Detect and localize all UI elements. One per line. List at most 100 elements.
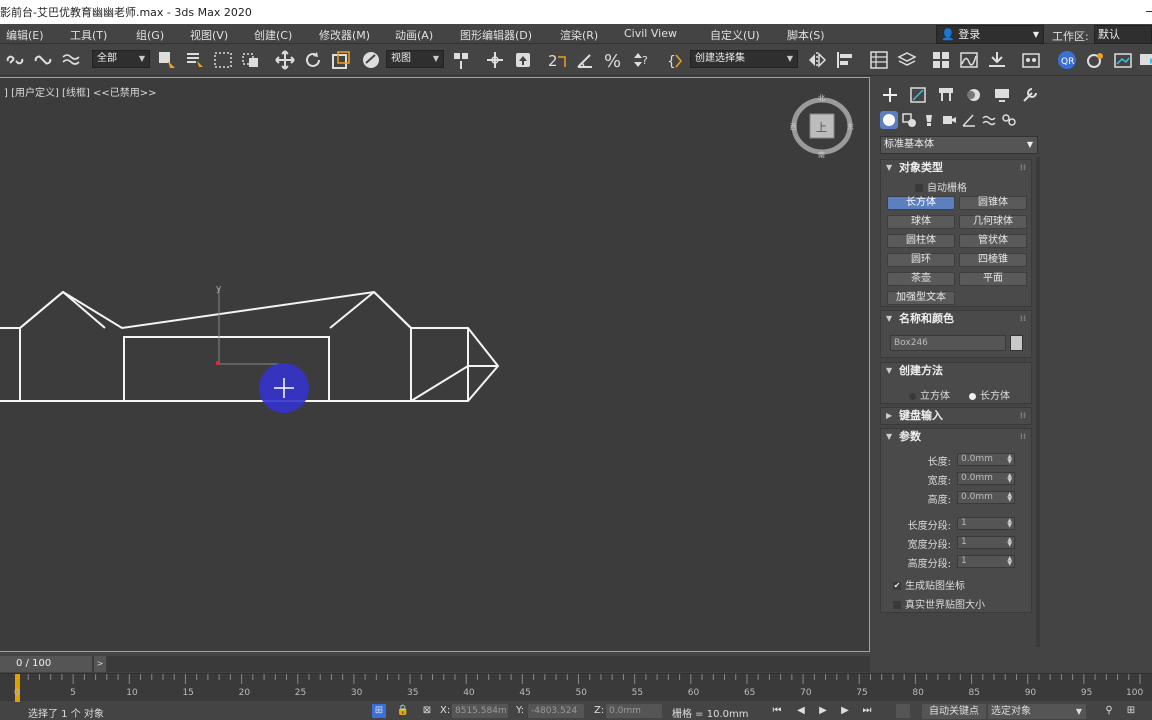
login-dropdown[interactable]: 👤 登录 ▼ [936,25,1044,44]
length-spinner[interactable]: 0.0mm ▲ ▼ [957,453,1015,466]
lock-icon[interactable]: 🔒 [396,704,410,718]
track-bar[interactable]: 0 5 10 15 20 25 30 35 40 45 50 55 60 65 70 75 80 85 90 95 10… [0,673,1152,702]
menu-tools[interactable]: 工具(T) [70,27,107,43]
window-crossing-icon[interactable] [240,49,262,71]
material-editor-icon[interactable] [1020,49,1042,71]
width-segs-spinner[interactable]: 1 ▲ ▼ [957,536,1015,549]
spacewarps-subtab-icon[interactable] [980,111,998,129]
name-color-header[interactable]: ▼ 名称和颜色 ⁞⁞ [881,311,1031,327]
qr-plugin-icon[interactable]: QR [1056,49,1078,71]
menu-views[interactable]: 视图(V) [190,27,228,43]
menu-graph-editors[interactable]: 图形编辑器(D) [460,27,532,43]
tube-button[interactable]: 管状体 [959,234,1027,248]
next-frame-icon[interactable]: ▶ [838,704,852,718]
spinner-snap-icon[interactable]: ? [630,49,652,71]
zoom-all-icon[interactable]: ⊞ [1124,704,1138,718]
perspective-viewport[interactable]: y ] [用户定义] [线框] <<已禁用>> 上 北 南 西 东 [0,77,870,652]
shapes-subtab-icon[interactable] [900,111,918,129]
keyboard-entry-header[interactable]: ▶ 键盘输入 ⁞⁞ [881,408,1031,424]
cameras-subtab-icon[interactable] [940,111,958,129]
height-spinner[interactable]: 0.0mm ▲ ▼ [957,491,1015,504]
align-icon[interactable] [834,49,856,71]
frame-counter[interactable]: 0 / 100 [0,656,92,672]
edit-named-selection-icon[interactable]: { [664,49,686,71]
layer-explorer-icon[interactable] [896,49,918,71]
placement-icon[interactable] [360,49,382,71]
torus-button[interactable]: 圆环 [887,253,955,267]
rect-selection-region-icon[interactable] [212,49,234,71]
zoom-icon[interactable]: ⚲ [1102,704,1116,718]
schematic-view-icon[interactable] [986,49,1008,71]
mirror-icon[interactable] [806,49,828,71]
spinner-arrows-icon[interactable]: ▲ ▼ [1007,454,1012,465]
play-icon[interactable]: ▶ [816,704,830,718]
cube-radio[interactable]: 立方体 [909,387,950,402]
named-selection-dropdown[interactable]: 创建选择集 ▼ [690,50,798,68]
geometry-category-dropdown[interactable]: 标准基本体 ▼ [880,136,1038,154]
bind-spacewarp-icon[interactable] [60,49,82,71]
width-spinner[interactable]: 0.0mm ▲ ▼ [957,472,1015,485]
previous-frame-icon[interactable]: ◀ [794,704,808,718]
spinner-arrows-icon[interactable]: ▲ ▼ [1007,492,1012,503]
panel-scrollbar[interactable] [1036,157,1040,647]
object-color-swatch[interactable] [1010,335,1023,351]
time-slider[interactable]: 0 / 100 > [0,656,870,672]
autogrid-checkbox[interactable]: 自动栅格 [915,179,967,194]
sphere-button[interactable]: 球体 [887,215,955,229]
move-icon[interactable] [274,49,296,71]
pyramid-button[interactable]: 四棱锥 [959,253,1027,267]
go-to-end-icon[interactable]: ⏭ [860,704,874,718]
viewcube[interactable]: 上 北 南 西 东 [790,94,854,159]
viewport-label[interactable]: ] [用户定义] [线框] <<已禁用>> [4,84,157,99]
menu-customize[interactable]: 自定义(U) [710,27,760,43]
x-coordinate-field[interactable]: 8515.584m [452,704,508,718]
spinner-arrows-icon[interactable]: ▲ ▼ [1007,518,1012,529]
keyboard-shortcut-override-icon[interactable] [512,49,534,71]
angle-snap-icon[interactable] [574,49,596,71]
lights-subtab-icon[interactable] [920,111,938,129]
hierarchy-tab-icon[interactable] [934,83,958,107]
curve-editor-icon[interactable] [958,49,980,71]
key-filter-dropdown[interactable]: 选定对象 ▼ [988,704,1086,719]
menu-edit[interactable]: 编辑(E) [6,27,44,43]
unlink-icon[interactable] [32,49,54,71]
gen-uv-checkbox[interactable]: ✔ 生成贴图坐标 [893,577,965,592]
object-name-input[interactable]: Box246 [890,335,1006,351]
creation-method-header[interactable]: ▼ 创建方法 [881,363,1031,379]
box-button[interactable]: 长方体 [887,196,955,210]
text-plus-button[interactable]: 加强型文本 [887,291,955,305]
parameters-header[interactable]: ▼ 参数 ⁞⁞ [881,429,1031,445]
height-segs-spinner[interactable]: 1 ▲ ▼ [957,555,1015,568]
spinner-arrows-icon[interactable]: ▲ ▼ [1007,473,1012,484]
menu-group[interactable]: 组(G) [136,27,164,43]
helpers-subtab-icon[interactable] [960,111,978,129]
isolate-selection-icon[interactable]: ⊞ [372,704,386,718]
spinner-arrows-icon[interactable]: ▲ ▼ [1007,556,1012,567]
render-production-icon[interactable] [1136,49,1152,71]
z-coordinate-field[interactable]: 0.0mm [606,704,662,718]
pivot-center-icon[interactable] [450,49,472,71]
teapot-button[interactable]: 茶壶 [887,272,955,286]
go-to-start-icon[interactable]: ⏮ [770,704,784,718]
absolute-mode-icon[interactable]: ⊠ [420,704,434,718]
workspace-dropdown[interactable]: 默认 [1094,25,1152,44]
render-setup-icon[interactable] [1084,49,1106,71]
spinner-arrows-icon[interactable]: ▲ ▼ [1007,537,1012,548]
menu-create[interactable]: 创建(C) [254,27,292,43]
menu-modifiers[interactable]: 修改器(M) [319,27,370,43]
menu-animation[interactable]: 动画(A) [395,27,433,43]
toggle-ribbon-icon[interactable] [930,49,952,71]
percent-snap-icon[interactable]: % [602,49,624,72]
plane-button[interactable]: 平面 [959,272,1027,286]
geosphere-button[interactable]: 几何球体 [959,215,1027,229]
cylinder-button[interactable]: 圆柱体 [887,234,955,248]
scene-explorer-icon[interactable] [868,49,890,71]
select-manipulate-icon[interactable] [484,49,506,71]
box-radio[interactable]: 长方体 [969,387,1010,402]
auto-key-button[interactable]: 自动关键点 [922,704,986,719]
display-tab-icon[interactable] [990,83,1014,107]
object-type-header[interactable]: ▼ 对象类型 ⁞⁞ [881,160,1031,176]
length-segs-spinner[interactable]: 1 ▲ ▼ [957,517,1015,530]
menu-civil-view[interactable]: Civil View [624,27,677,40]
link-icon[interactable] [4,49,26,71]
